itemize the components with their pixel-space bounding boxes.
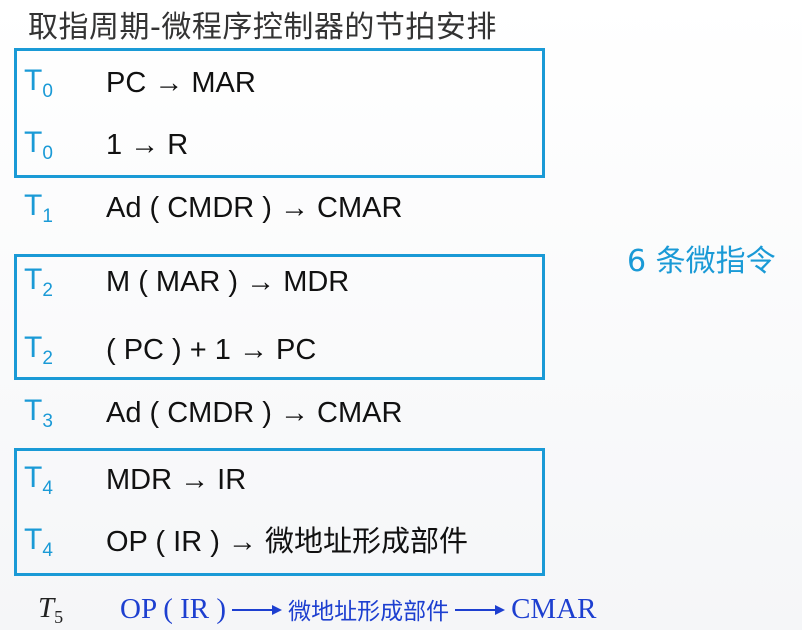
beat-label: T3 [24,393,53,432]
op-target: CMAR [511,592,597,625]
beat-label: T0 [24,63,53,102]
micro-op-text: M ( MAR ) → MDR [106,265,350,298]
long-arrow-icon [455,605,506,615]
op-middle: 微地址形成部件 [288,599,450,625]
beat-label: T5 [38,592,64,627]
op-source: OP ( IR ) [120,592,227,625]
beat-label: T2 [24,262,53,301]
micro-op-text: MDR → IR [106,463,247,496]
page-title: 取指周期-微程序控制器的节拍安排 [28,10,497,45]
beat-label: T1 [24,188,53,227]
micro-op-text: ( PC ) + 1 → PC [106,333,317,366]
micro-op-text: OP ( IR ) → 微地址形成部件 [106,525,468,558]
group-box-t0 [14,48,545,178]
beat-label: T4 [24,522,53,561]
micro-instruction-count-note: 6 条微指令 [627,244,776,279]
beat-label: T4 [24,460,53,499]
micro-op-text: Ad ( CMDR ) → CMAR [106,191,403,224]
beat-label: T0 [24,125,53,164]
beat-label: T2 [24,330,53,369]
micro-op-text: 1 → R [106,128,189,161]
micro-op-text: PC → MAR [106,66,256,99]
long-arrow-icon [232,605,283,615]
micro-op-text: Ad ( CMDR ) → CMAR [106,396,403,429]
micro-op-text: OP ( IR ) 微地址形成部件 CMAR [120,592,596,626]
